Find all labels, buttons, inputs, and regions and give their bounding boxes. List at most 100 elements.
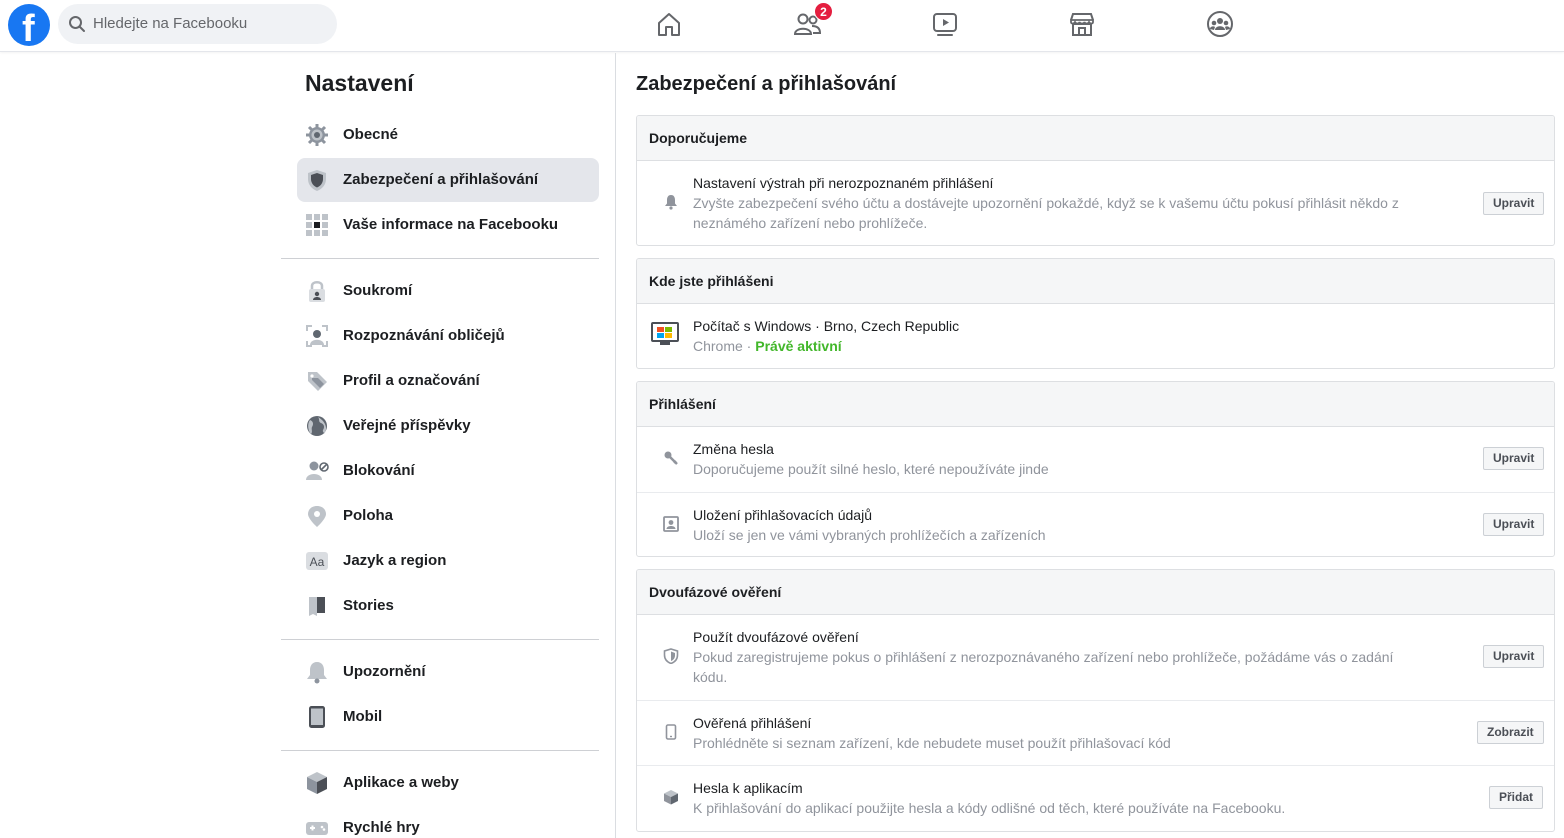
card-header-title: Přihlášení: [649, 396, 716, 412]
where-logged-in-card: Kde jste přihlášeni Počítač s Windows · …: [636, 258, 1555, 369]
edit-button[interactable]: Upravit: [1483, 447, 1545, 470]
book-icon: [309, 597, 325, 616]
sidebar-item-label: Profil a označování: [343, 372, 480, 389]
card-header: Doporučujeme: [637, 116, 1554, 161]
row-description: Uloží se jen ve vámi vybraných prohlížeč…: [693, 527, 1046, 543]
block-user-icon: [306, 461, 329, 480]
row-title: Nastavení výstrah při nerozpoznaném přih…: [693, 175, 994, 191]
row-title: Použít dvoufázové ověření: [693, 629, 859, 645]
row-title: Uložení přihlašovacích údajů: [693, 507, 872, 523]
card-header: Kde jste přihlášeni: [637, 259, 1554, 304]
page-title: Zabezpečení a přihlašování: [636, 73, 897, 95]
sidebar-item-face-recognition[interactable]: Rozpoznávání obličejů: [297, 314, 599, 358]
language-icon: Aa: [306, 552, 328, 570]
sidebar-item-label: Rozpoznávání obličejů: [343, 327, 505, 344]
sidebar-item-notifications[interactable]: Upozornění: [297, 650, 599, 694]
gamepad-icon: [306, 822, 328, 835]
sidebar-item-public-posts[interactable]: Veřejné příspěvky: [297, 404, 599, 448]
phone-icon: [309, 706, 325, 728]
sidebar-item-label: Jazyk a region: [343, 552, 447, 569]
edit-button[interactable]: Upravit: [1483, 192, 1545, 215]
row-title: Ověřená přihlášení: [693, 715, 812, 731]
sidebar-divider: [281, 639, 599, 640]
top-navigation-bar: f Hledejte na Facebooku 2: [0, 0, 1564, 52]
row-description: Pokud zaregistrujeme pokus o přihlášení …: [693, 649, 1394, 665]
change-password-row: Změna hesla Doporučujeme použít silné he…: [637, 427, 1554, 492]
row-description: Prohlédněte si seznam zařízení, kde nebu…: [693, 735, 1171, 751]
sidebar-item-label: Mobil: [343, 708, 383, 725]
view-button[interactable]: Zobrazit: [1477, 721, 1544, 744]
sidebar-divider: [281, 258, 599, 259]
sidebar-item-label: Aplikace a weby: [343, 774, 459, 791]
add-button[interactable]: Přidat: [1489, 786, 1544, 809]
sidebar-item-label: Rychlé hry: [343, 819, 420, 836]
face-icon: [306, 325, 328, 347]
globe-icon: [307, 416, 327, 436]
location-pin-icon: [308, 506, 326, 527]
recommended-card: Doporučujeme Nastavení výstrah při neroz…: [636, 115, 1555, 246]
edit-button[interactable]: Upravit: [1483, 645, 1545, 668]
edit-button[interactable]: Upravit: [1483, 513, 1545, 536]
sidebar-item-security[interactable]: Zabezpečení a přihlašování: [297, 158, 599, 202]
groups-icon[interactable]: [1205, 9, 1235, 39]
app-passwords-row: Hesla k aplikacím K přihlašování do apli…: [637, 765, 1554, 830]
marketplace-icon[interactable]: [1067, 9, 1097, 39]
sidebar-item-label: Veřejné příspěvky: [343, 417, 471, 434]
shield-icon: [308, 170, 326, 191]
sidebar-item-apps-websites[interactable]: Aplikace a weby: [297, 761, 599, 805]
row-description: neznámého zařízení nebo prohlížeče.: [693, 215, 928, 231]
sidebar-title: Nastavení: [305, 70, 414, 96]
settings-sidebar: Nastavení Obecné Zabezpečení a přihlašov…: [281, 53, 615, 838]
unrecognized-login-alerts-row: Nastavení výstrah při nerozpoznaném přih…: [637, 161, 1554, 245]
phone-icon: [665, 724, 677, 740]
row-description: Zvyšte zabezpečení svého účtu a dostávej…: [693, 195, 1399, 211]
search-box[interactable]: Hledejte na Facebooku: [58, 4, 337, 44]
session-row[interactable]: Počítač s Windows · Brno, Czech Republic…: [637, 304, 1554, 368]
sidebar-item-stories[interactable]: Stories: [297, 584, 599, 628]
watch-video-icon[interactable]: [930, 9, 960, 39]
card-header-title: Doporučujeme: [649, 130, 748, 146]
session-separator: ·: [742, 338, 756, 354]
profile-card-icon: [663, 516, 679, 532]
sidebar-item-label: Stories: [343, 597, 394, 614]
row-description: kódu.: [693, 669, 728, 685]
sidebar-item-privacy[interactable]: Soukromí: [297, 269, 599, 313]
sidebar-item-location[interactable]: Poloha: [297, 494, 599, 538]
authorized-logins-row: Ověřená přihlášení Prohlédněte si seznam…: [637, 700, 1554, 765]
bell-icon: [665, 195, 677, 210]
sidebar-item-language-region[interactable]: Aa Jazyk a region: [297, 539, 599, 583]
sidebar-divider: [281, 750, 599, 751]
sidebar-item-label: Vaše informace na Facebooku: [343, 216, 559, 233]
lock-icon: [309, 281, 325, 302]
sidebar-item-general[interactable]: Obecné: [297, 113, 599, 157]
sidebar-item-blocking[interactable]: Blokování: [297, 449, 599, 493]
search-icon: [69, 16, 85, 32]
card-header-title: Dvoufázové ověření: [649, 584, 782, 600]
sidebar-item-mobile[interactable]: Mobil: [297, 695, 599, 739]
shield-icon: [663, 648, 679, 664]
facebook-logo-icon[interactable]: f: [8, 4, 50, 46]
session-status: Právě aktivní: [755, 338, 842, 354]
tag-icon: [308, 372, 327, 391]
session-browser: Chrome: [693, 338, 743, 354]
content-divider: [615, 53, 616, 838]
cube-icon: [307, 772, 327, 794]
sidebar-item-instant-games[interactable]: Rychlé hry: [297, 806, 599, 838]
sidebar-item-label: Obecné: [343, 126, 399, 143]
session-device: Počítač s Windows · Brno, Czech Republic: [693, 318, 960, 334]
cube-icon: [664, 790, 678, 805]
login-card: Přihlášení Změna hesla Doporučujeme použ…: [636, 381, 1555, 557]
search-input[interactable]: Hledejte na Facebooku: [93, 15, 247, 32]
two-factor-card: Dvoufázové ověření Použít dvoufázové ově…: [636, 569, 1555, 832]
windows-computer-icon: [651, 322, 679, 345]
sidebar-item-profile-tagging[interactable]: Profil a označování: [297, 359, 599, 403]
key-icon: [664, 451, 678, 465]
home-icon[interactable]: [654, 9, 684, 39]
bell-icon: [307, 662, 327, 684]
session-details: Chrome · Právě aktivní: [693, 336, 842, 356]
sidebar-item-your-information[interactable]: Vaše informace na Facebooku: [297, 203, 599, 247]
sidebar-item-label: Poloha: [343, 507, 394, 524]
card-header: Dvoufázové ověření: [637, 570, 1554, 615]
sidebar-item-label: Upozornění: [343, 663, 426, 680]
use-two-factor-row: Použít dvoufázové ověření Pokud zaregist…: [637, 615, 1554, 700]
